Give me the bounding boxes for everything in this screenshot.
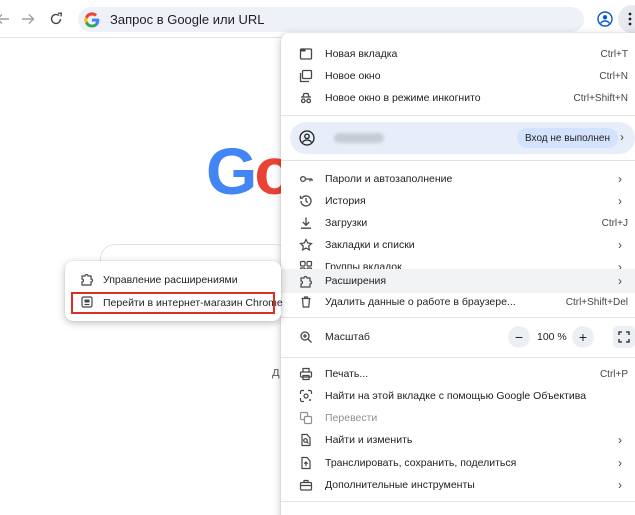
- menu-item-label: Печать...: [325, 368, 369, 380]
- menu-item-print[interactable]: Печать... Ctrl+P: [281, 363, 635, 385]
- zoom-in-button[interactable]: +: [572, 326, 594, 348]
- menu-item-label: Найти на этой вкладке с помощью Google О…: [325, 390, 587, 402]
- browser-window: Запрос в Google или URL Go д Новая вклад…: [0, 0, 635, 515]
- profile-row[interactable]: Вход не выполнен ›: [290, 122, 635, 154]
- toolbox-icon: [298, 477, 314, 493]
- menu-item-new-tab[interactable]: Новая вкладка Ctrl+T: [281, 43, 635, 65]
- incognito-icon: [298, 90, 314, 106]
- menu-divider: [281, 317, 635, 318]
- google-lens-icon: [298, 388, 314, 404]
- omnibox-placeholder: Запрос в Google или URL: [110, 12, 265, 27]
- menu-item-label: Закладки и списки: [325, 239, 415, 251]
- chevron-right-icon: ›: [618, 194, 622, 208]
- menu-item-label: Найти и изменить: [325, 434, 413, 446]
- submenu-item-label: Управление расширениями: [103, 274, 238, 286]
- puzzle-icon: [80, 272, 94, 286]
- chrome-main-menu: Новая вкладка Ctrl+T Новое окно Ctrl+N Н…: [281, 33, 635, 515]
- history-icon: [298, 193, 314, 209]
- account-circle-icon: [299, 130, 315, 146]
- menu-item-label: Новое окно в режиме инкогнито: [325, 92, 481, 104]
- menu-item-more-tools[interactable]: Дополнительные инструменты ›: [281, 474, 635, 496]
- menu-item-history[interactable]: История ›: [281, 190, 635, 212]
- menu-item-shortcut: Ctrl+Shift+Del: [565, 296, 628, 308]
- ntp-partial-text: д: [272, 364, 280, 379]
- menu-divider: [281, 501, 635, 502]
- menu-item-label: Удалить данные о работе в браузере...: [325, 296, 516, 308]
- find-page-icon: [298, 432, 314, 448]
- menu-item-label: Масштаб: [325, 331, 370, 343]
- chevron-right-icon: ›: [618, 478, 622, 492]
- menu-item-incognito[interactable]: Новое окно в режиме инкогнито Ctrl+Shift…: [281, 87, 635, 109]
- menu-item-label: Перевести: [325, 412, 378, 424]
- chevron-right-icon: ›: [618, 172, 622, 186]
- menu-item-label: История: [325, 195, 366, 207]
- highlight-annotation-box: [71, 292, 275, 314]
- signin-status-badge[interactable]: Вход не выполнен: [517, 128, 618, 148]
- arrow-left-icon: [0, 14, 9, 24]
- menu-item-new-window[interactable]: Новое окно Ctrl+N: [281, 65, 635, 87]
- chrome-menu-button[interactable]: [618, 5, 635, 33]
- chevron-right-icon: ›: [620, 130, 624, 144]
- menu-item-label: Загрузки: [325, 217, 368, 229]
- zoom-out-button[interactable]: −: [508, 326, 530, 348]
- menu-item-clear-data[interactable]: Удалить данные о работе в браузере... Ct…: [281, 291, 635, 313]
- back-button[interactable]: [0, 8, 14, 30]
- translate-icon: [298, 410, 314, 426]
- chevron-right-icon: ›: [618, 433, 622, 447]
- menu-item-shortcut: Ctrl+N: [599, 70, 628, 82]
- menu-item-extensions[interactable]: Расширения ›: [281, 269, 635, 293]
- menu-item-downloads[interactable]: Загрузки Ctrl+J: [281, 212, 635, 234]
- printer-icon: [298, 366, 314, 382]
- fullscreen-icon: [618, 331, 630, 343]
- google-g-icon: [84, 11, 100, 28]
- menu-item-google-lens[interactable]: Найти на этой вкладке с помощью Google О…: [281, 385, 635, 407]
- menu-divider: [281, 357, 635, 358]
- menu-item-find[interactable]: Найти и изменить ›: [281, 429, 635, 451]
- chevron-right-icon: ›: [618, 274, 622, 288]
- download-icon: [298, 215, 314, 231]
- key-icon: [298, 171, 314, 187]
- puzzle-icon: [298, 273, 314, 289]
- chevron-right-icon: ›: [618, 238, 622, 252]
- reload-button[interactable]: [45, 8, 67, 30]
- star-icon: [298, 237, 314, 253]
- menu-divider: [281, 115, 635, 116]
- menu-item-label: Пароли и автозаполнение: [325, 173, 453, 185]
- profile-button[interactable]: [594, 8, 616, 30]
- new-tab-icon: [298, 46, 314, 62]
- forward-button[interactable]: [17, 8, 39, 30]
- menu-item-bookmarks[interactable]: Закладки и списки ›: [281, 234, 635, 256]
- menu-item-label: Дополнительные инструменты: [325, 479, 475, 491]
- menu-item-label: Транслировать, сохранить, поделиться: [325, 457, 517, 469]
- three-dots-vertical-icon: [628, 12, 632, 26]
- reload-icon: [50, 12, 62, 25]
- zoom-icon: [298, 329, 314, 345]
- new-window-icon: [298, 68, 314, 84]
- cast-save-share-icon: [298, 455, 314, 471]
- fullscreen-button[interactable]: [613, 326, 635, 348]
- arrow-right-icon: [22, 14, 35, 24]
- submenu-item-manage-extensions[interactable]: Управление расширениями: [65, 270, 281, 290]
- google-logo: Go: [206, 138, 295, 204]
- menu-item-shortcut: Ctrl+Shift+N: [573, 92, 628, 104]
- zoom-level: 100 %: [537, 331, 567, 343]
- menu-item-cast[interactable]: Транслировать, сохранить, поделиться ›: [281, 452, 635, 474]
- menu-item-translate[interactable]: Перевести: [281, 407, 635, 429]
- logo-letter-g: G: [206, 134, 257, 208]
- omnibox[interactable]: Запрос в Google или URL: [78, 7, 584, 32]
- menu-item-shortcut: Ctrl+T: [600, 48, 629, 60]
- menu-item-label: Новая вкладка: [325, 48, 398, 60]
- menu-item-label: Расширения: [325, 275, 387, 287]
- profile-name-blurred: [334, 133, 384, 143]
- chevron-right-icon: ›: [618, 456, 622, 470]
- menu-item-shortcut: Ctrl+J: [601, 217, 628, 229]
- menu-item-label: Новое окно: [325, 70, 381, 82]
- menu-item-shortcut: Ctrl+P: [599, 368, 628, 380]
- menu-divider: [281, 160, 635, 161]
- extensions-submenu: Управление расширениями Перейти в интерн…: [65, 261, 283, 321]
- account-circle-icon: [597, 11, 613, 27]
- trash-icon: [298, 294, 314, 310]
- menu-item-passwords[interactable]: Пароли и автозаполнение ›: [281, 168, 635, 190]
